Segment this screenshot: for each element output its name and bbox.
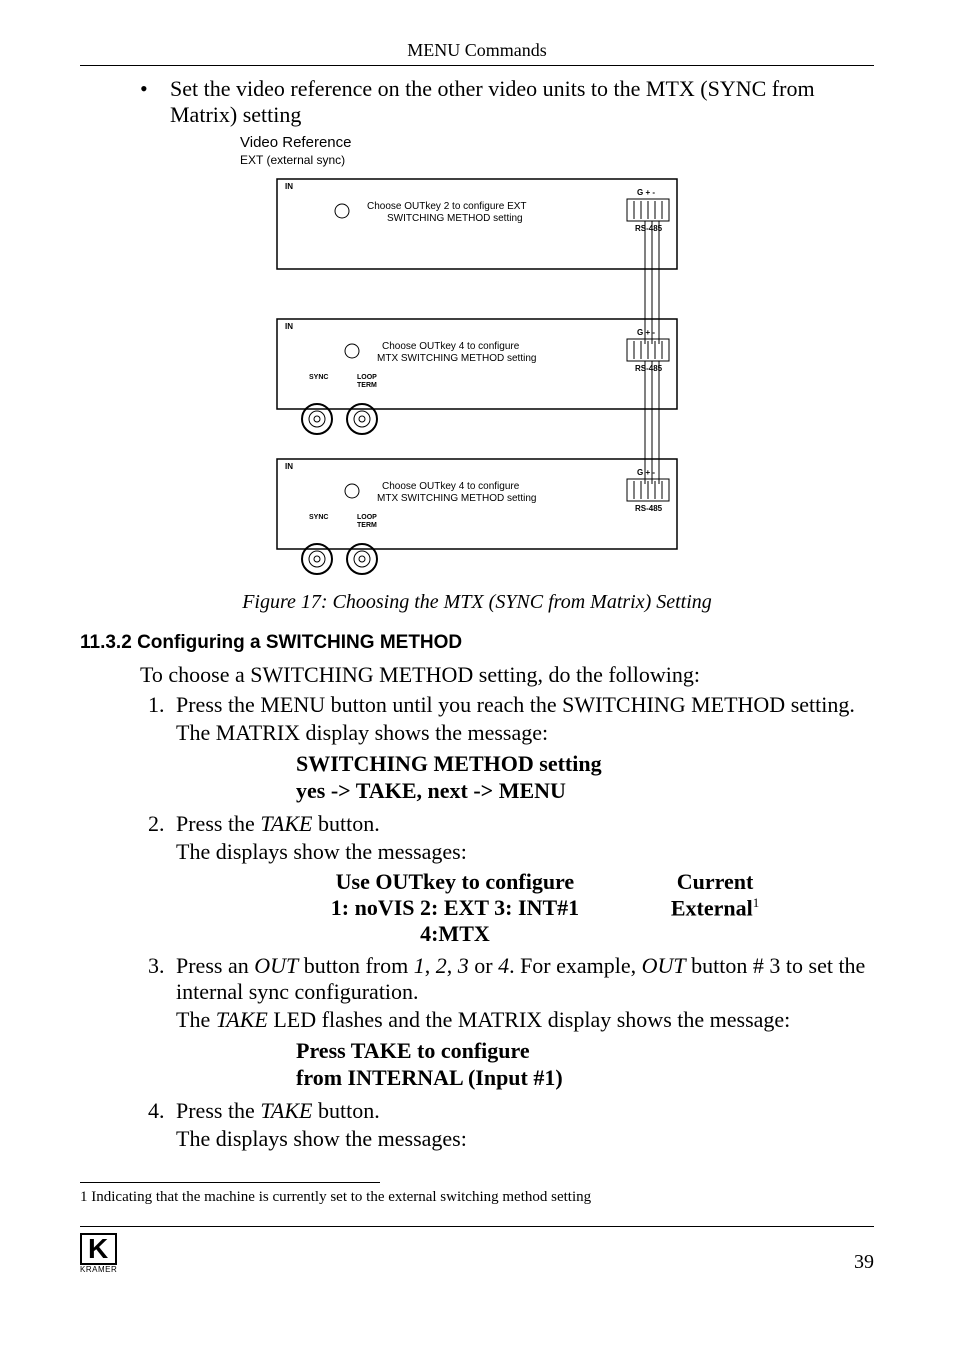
section-heading: 11.3.2 Configuring a SWITCHING METHOD	[80, 632, 874, 654]
step4-text-b: The displays show the messages:	[176, 1126, 874, 1152]
s3-b2: LED flashes and the MATRIX display shows…	[268, 1007, 790, 1032]
figure-caption: Figure 17: Choosing the MTX (SYNC from M…	[80, 591, 874, 614]
step3-msg1: Press TAKE to configure	[296, 1037, 874, 1065]
brand-logo: K KRAMER	[80, 1233, 117, 1274]
video-reference-label: Video Reference EXT (external sync)	[240, 134, 874, 169]
logo-sub: KRAMER	[80, 1265, 117, 1274]
loop-label: LOOP	[357, 514, 377, 521]
footnote-text: 1 Indicating that the machine is current…	[80, 1189, 874, 1206]
s3-bit: TAKE	[216, 1007, 268, 1032]
step2-take: TAKE	[260, 811, 312, 836]
sync-label: SYNC	[309, 374, 328, 381]
video-ref-title: Video Reference	[240, 134, 351, 151]
step2-right1: Current	[614, 869, 816, 895]
box2-line2: MTX SWITCHING METHOD setting	[377, 353, 536, 364]
section-title: Configuring a SWITCHING METHOD	[137, 632, 462, 653]
g-plus-minus-label: G + -	[637, 468, 655, 477]
s3-it4: 3	[458, 953, 469, 978]
box3-line2: MTX SWITCHING METHOD setting	[377, 493, 536, 504]
bullet-item: • Set the video reference on the other v…	[140, 76, 874, 128]
step2-left1: Use OUTkey to configure	[296, 869, 614, 895]
step4-take: TAKE	[260, 1098, 312, 1123]
video-ref-sub: EXT (external sync)	[240, 153, 345, 167]
step2-left2: 1: noVIS 2: EXT 3: INT#1 4:MTX	[296, 895, 614, 947]
s3-5: or	[469, 953, 498, 978]
term-label: TERM	[357, 522, 377, 529]
rs485-label: RS-485	[635, 504, 663, 513]
box2-line1: Choose OUTkey 4 to configure	[382, 341, 520, 352]
s3-it3: 2	[436, 953, 447, 978]
g-plus-minus-label: G + -	[637, 328, 655, 337]
step-1: Press the MENU button until you reach th…	[170, 692, 874, 805]
section-number: 11.3.2	[80, 632, 132, 653]
step4-post: button.	[312, 1098, 379, 1123]
step-2: Press the TAKE button. The displays show…	[170, 811, 874, 947]
step2-post: button.	[312, 811, 379, 836]
sync-label: SYNC	[309, 514, 328, 521]
page-header: MENU Commands	[80, 40, 874, 66]
step2-pre: Press the	[176, 811, 260, 836]
s3-4: ,	[447, 953, 458, 978]
s3-it6: OUT	[642, 953, 686, 978]
s3-it2: 1	[414, 953, 425, 978]
box1-line1: Choose OUTkey 2 to configure EXT	[367, 201, 527, 212]
step1-msg1: SWITCHING METHOD setting	[296, 750, 874, 778]
step2-sup: 1	[753, 895, 760, 910]
step2-right2: External	[671, 895, 753, 920]
g-plus-minus-label: G + -	[637, 188, 655, 197]
logo-letter: K	[80, 1233, 117, 1265]
s3-3: ,	[425, 953, 436, 978]
s3-it1: OUT	[254, 953, 298, 978]
step1-text-b: The MATRIX display shows the message:	[176, 720, 874, 746]
in-label: IN	[285, 462, 293, 471]
page-number: 39	[854, 1251, 874, 1274]
s3-2: button from	[298, 953, 414, 978]
bullet-dot: •	[140, 76, 170, 128]
matrix-diagram: IN Choose OUTkey 2 to configure EXT SWIT…	[217, 169, 737, 589]
box3-line1: Choose OUTkey 4 to configure	[382, 481, 520, 492]
step-4: Press the TAKE button. The displays show…	[170, 1098, 874, 1152]
s3-6: . For example,	[509, 953, 642, 978]
step4-pre: Press the	[176, 1098, 260, 1123]
s3-1: Press an	[176, 953, 254, 978]
box1-line2: SWITCHING METHOD setting	[387, 213, 523, 224]
term-label: TERM	[357, 382, 377, 389]
step2-text-b: The displays show the messages:	[176, 839, 874, 865]
footnote-divider	[80, 1182, 380, 1183]
in-label: IN	[285, 182, 293, 191]
intro-text: To choose a SWITCHING METHOD setting, do…	[140, 662, 874, 688]
bullet-text: Set the video reference on the other vid…	[170, 76, 874, 128]
step1-text-a: Press the MENU button until you reach th…	[176, 692, 855, 717]
in-label: IN	[285, 322, 293, 331]
s3-it5: 4	[498, 953, 509, 978]
step1-msg2: yes -> TAKE, next -> MENU	[296, 777, 874, 805]
s3-b1: The	[176, 1007, 216, 1032]
step3-msg2: from INTERNAL (Input #1)	[296, 1064, 874, 1092]
loop-label: LOOP	[357, 374, 377, 381]
step-3: Press an OUT button from 1, 2, 3 or 4. F…	[170, 953, 874, 1092]
